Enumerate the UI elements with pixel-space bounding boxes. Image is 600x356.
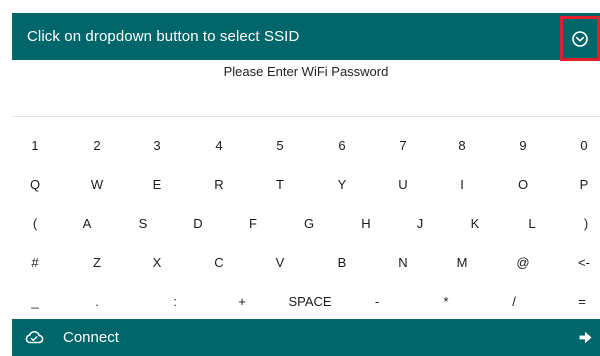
key[interactable]: L [507,209,557,239]
key[interactable]: 3 [132,131,182,161]
keyboard-row-numbers: 1 2 3 4 5 6 7 8 9 0 [12,131,600,161]
key[interactable]: C [194,248,244,278]
key[interactable]: _ [10,287,60,317]
key[interactable]: 1 [10,131,60,161]
key[interactable]: U [378,170,428,200]
cloud-icon [25,330,44,344]
key[interactable]: # [10,248,60,278]
key[interactable]: Y [317,170,367,200]
space-key[interactable]: SPACE [275,287,345,317]
key[interactable]: D [173,209,223,239]
key[interactable]: 9 [498,131,548,161]
keyboard-row-symbols: _ . : + SPACE - * / = [12,287,600,317]
key[interactable]: * [421,287,471,317]
ssid-header-title: Click on dropdown button to select SSID [27,28,300,45]
key[interactable]: ) [561,209,600,239]
key[interactable]: 0 [559,131,600,161]
key[interactable]: Q [10,170,60,200]
key[interactable]: - [352,287,402,317]
key[interactable]: ( [10,209,60,239]
key[interactable]: 6 [317,131,367,161]
key[interactable]: W [72,170,122,200]
password-input[interactable] [12,82,600,116]
key[interactable]: O [498,170,548,200]
key[interactable]: / [489,287,539,317]
key[interactable]: = [557,287,600,317]
ssid-dropdown-button[interactable] [560,16,600,61]
key[interactable]: K [450,209,500,239]
key[interactable]: P [559,170,600,200]
on-screen-keyboard: 1 2 3 4 5 6 7 8 9 0 Q W E R T Y U I O P … [12,131,600,319]
key[interactable]: + [217,287,267,317]
key[interactable]: B [317,248,367,278]
key[interactable]: : [150,287,200,317]
connect-button[interactable]: Connect [12,319,600,356]
key[interactable]: X [132,248,182,278]
chevron-down-circle-icon [572,30,588,47]
key[interactable]: T [255,170,305,200]
key[interactable]: 2 [72,131,122,161]
keyboard-row-qwerty: Q W E R T Y U I O P [12,170,600,200]
key[interactable]: V [255,248,305,278]
arrow-right-icon [579,331,592,344]
key[interactable]: J [395,209,445,239]
divider [12,116,600,117]
ssid-header: Click on dropdown button to select SSID [12,13,600,60]
key[interactable]: Z [72,248,122,278]
keyboard-row-zxcv: # Z X C V B N M @ <- [12,248,600,278]
key[interactable]: H [341,209,391,239]
connect-label: Connect [63,329,119,346]
key[interactable]: M [437,248,487,278]
key[interactable]: 5 [255,131,305,161]
key[interactable]: R [194,170,244,200]
key[interactable]: 8 [437,131,487,161]
backspace-key[interactable]: <- [559,248,600,278]
key[interactable]: E [132,170,182,200]
key[interactable]: 7 [378,131,428,161]
key[interactable]: N [378,248,428,278]
key[interactable]: A [62,209,112,239]
key[interactable]: @ [498,248,548,278]
key[interactable]: F [228,209,278,239]
key[interactable]: 4 [194,131,244,161]
key[interactable]: I [437,170,487,200]
password-prompt: Please Enter WiFi Password [223,64,389,79]
key[interactable]: . [72,287,122,317]
key[interactable]: G [284,209,334,239]
keyboard-row-asdf: ( A S D F G H J K L ) [12,209,600,239]
key[interactable]: S [118,209,168,239]
